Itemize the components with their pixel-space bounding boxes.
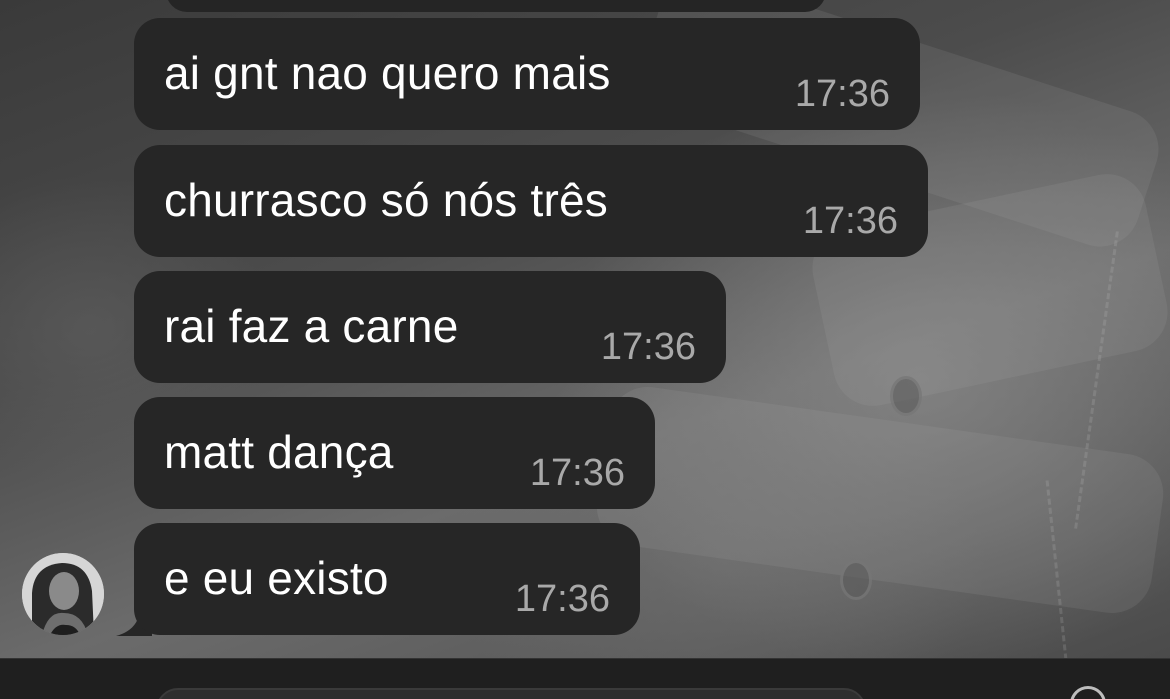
chat-screen: ai gnt nao quero mais 17:36 churrasco só…	[0, 0, 1170, 699]
message-text: e eu existo	[164, 552, 389, 604]
message-text: matt dança	[164, 426, 394, 478]
message-timestamp: 17:36	[514, 578, 610, 620]
message-timestamp: 17:36	[529, 452, 625, 494]
sender-avatar[interactable]	[22, 553, 104, 635]
avatar-photo	[22, 553, 104, 635]
message-text: ai gnt nao quero mais	[164, 47, 611, 99]
message-bubble[interactable]: e eu existo 17:36	[134, 523, 640, 635]
message-text: rai faz a carne	[164, 300, 459, 352]
message-timestamp: 17:36	[600, 326, 696, 368]
message-input[interactable]	[156, 688, 866, 699]
message-timestamp: 17:36	[802, 200, 898, 242]
message-bubble[interactable]: ai gnt nao quero mais 17:36	[134, 18, 920, 130]
message-bubble[interactable]: churrasco só nós três 17:36	[134, 145, 928, 257]
message-text: churrasco só nós três	[164, 174, 608, 226]
message-timestamp: 17:36	[794, 73, 890, 115]
message-bubble[interactable]: matt dança 17:36	[134, 397, 655, 509]
message-bubble[interactable]: rai faz a carne 17:36	[134, 271, 726, 383]
previous-message-bubble[interactable]	[166, 0, 826, 12]
